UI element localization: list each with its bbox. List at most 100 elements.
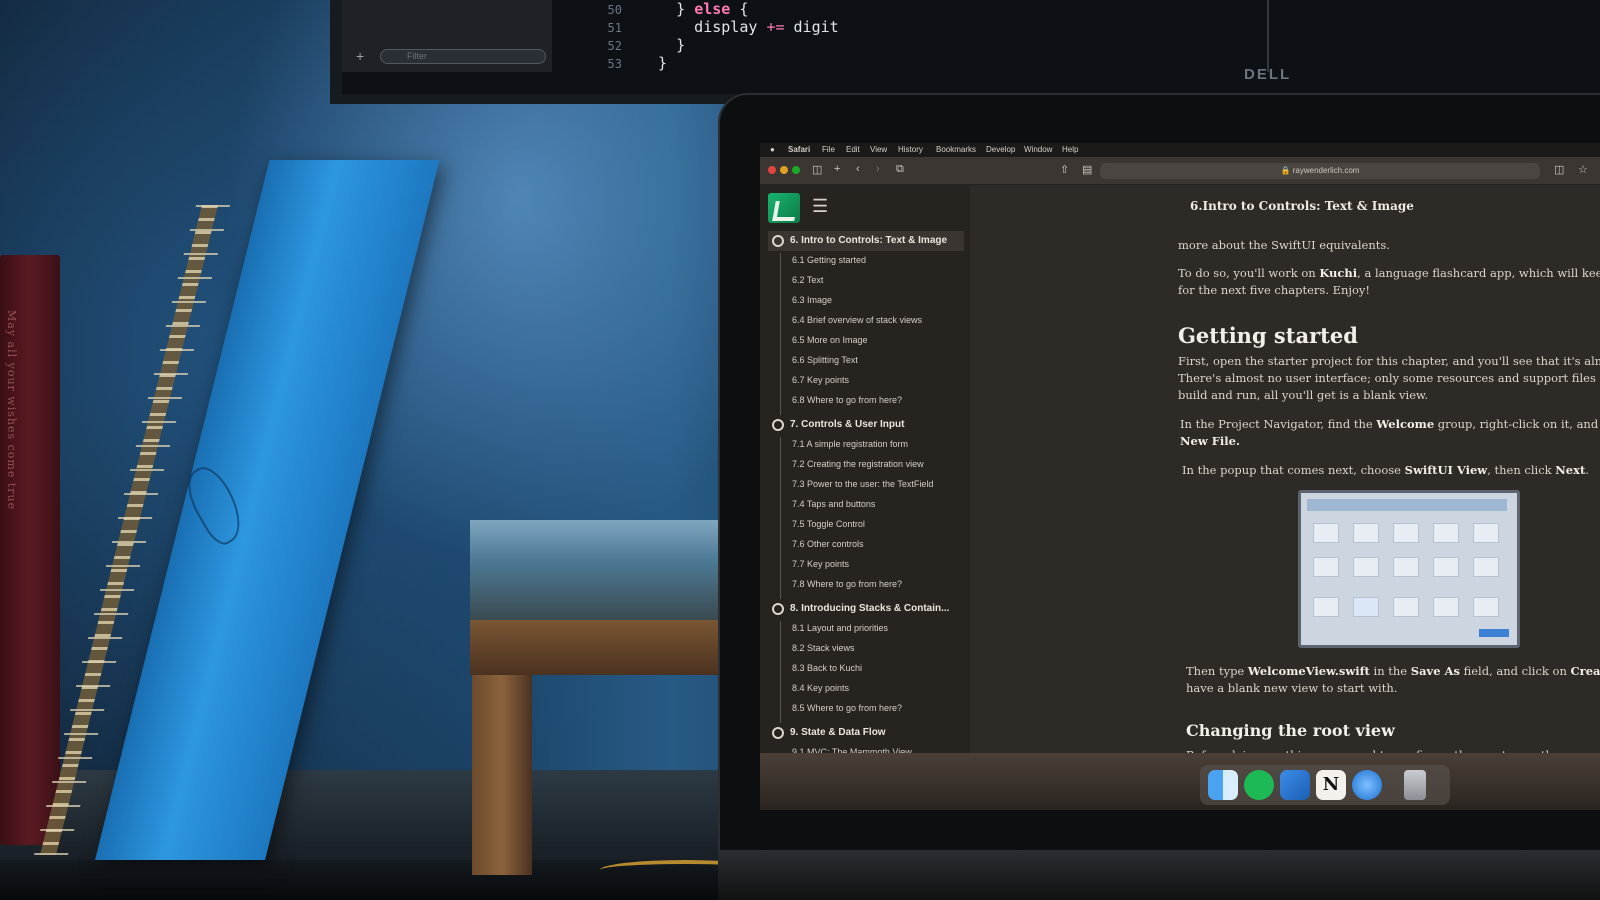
paragraph: In the Project Navigator, find the Welco… [1180,417,1600,431]
toc-section[interactable]: 6.1 Getting started [792,255,962,266]
toc-section[interactable]: 8.1 Layout and priorities [792,623,962,634]
figure-header [1307,499,1507,511]
wooden-stand-top [470,520,725,620]
template-tile [1473,597,1499,617]
paragraph: First, open the starter project for this… [1178,354,1600,368]
template-tile [1393,523,1419,543]
template-tile [1313,597,1339,617]
template-tile [1353,557,1379,577]
menu-window[interactable]: Window [1024,143,1052,157]
book-spine-text: May all your wishes come true [5,310,18,511]
url-text: raywenderlich.com [1292,166,1360,175]
figure-next-button [1479,629,1509,637]
paragraph: more about the SwiftUI equivalents. [1178,238,1390,252]
toc-section[interactable]: 6.6 Splitting Text [792,355,962,366]
toc-section[interactable]: 6.8 Where to go from here? [792,395,962,406]
code-line: 52 } [607,36,686,54]
template-tile [1393,597,1419,617]
toc-section[interactable]: 7.2 Creating the registration view [792,459,962,470]
chapter-title: 8. Introducing Stacks & Contain... [790,603,950,614]
menu-edit[interactable]: Edit [846,143,860,157]
chapter-progress-icon [772,603,784,615]
menu-bookmarks[interactable]: Bookmarks [936,143,976,157]
laptop-base [718,850,1600,900]
toc-section[interactable]: 8.5 Where to go from here? [792,703,962,714]
zoom-window-button[interactable] [792,166,800,174]
add-icon[interactable]: + [356,48,364,64]
paragraph: New File. [1180,434,1240,448]
toc-section[interactable]: 7.6 Other controls [792,539,962,550]
list-icon[interactable]: ☰ [812,197,828,215]
forward-icon[interactable]: › [876,163,880,175]
spotify-icon[interactable] [1244,770,1274,800]
minimize-window-button[interactable] [780,166,788,174]
menu-safari[interactable]: Safari [788,143,810,157]
toc-section[interactable]: 8.3 Back to Kuchi [792,663,962,674]
address-bar[interactable]: 🔒 raywenderlich.com [1100,163,1540,179]
apple-icon[interactable]: ● [770,143,775,157]
toc-section[interactable]: 7.3 Power to the user: the TextField [792,479,962,490]
share-icon[interactable]: ⇧ [1060,163,1069,176]
heading-changing-root-view: Changing the root view [1186,721,1395,740]
trash-icon[interactable] [1404,770,1426,800]
screenshot-figure [1298,490,1520,648]
xcode-icon[interactable] [1280,770,1310,800]
toc-chapter-9[interactable]: 9. State & Data Flow [768,723,964,743]
toc-section[interactable]: 7.7 Key points [792,559,962,570]
menu-view[interactable]: View [870,143,887,157]
code-editor[interactable]: 50 } else { 51 display += digit 52 } 53 … [582,0,1282,72]
toc-chapter-7[interactable]: 7. Controls & User Input [768,415,964,435]
toc-section[interactable]: 6.7 Key points [792,375,962,386]
extensions-icon[interactable]: ◫ [1554,163,1564,176]
external-monitor: + Filter 50 } else { 51 display += digit… [330,0,1600,104]
macos-menubar: ● Safari File Edit View History Bookmark… [760,143,1600,157]
template-tile [1473,523,1499,543]
template-tile [1473,557,1499,577]
template-tile [1353,523,1379,543]
code-line: 50 } else { [607,0,749,18]
toc-section[interactable]: 7.8 Where to go from here? [792,579,962,590]
star-icon[interactable]: ☆ [1578,163,1588,176]
paragraph: build and run, all you'll get is a blank… [1178,388,1429,402]
back-icon[interactable]: ‹ [856,163,860,175]
toc-section[interactable]: 7.5 Toggle Control [792,519,962,530]
editor-divider [1267,0,1269,72]
toc-section[interactable]: 7.1 A simple registration form [792,439,962,450]
code-line: 51 display += digit [607,18,839,36]
toc-section[interactable]: 6.2 Text [792,275,962,286]
toc-section[interactable]: 7.4 Taps and buttons [792,499,962,510]
toc-tree-line [780,253,781,415]
wooden-stand-face [470,620,725,675]
reader-icon[interactable]: ▤ [1082,163,1092,176]
menu-history[interactable]: History [898,143,923,157]
plus-icon[interactable]: + [834,163,840,175]
toc-tree-line [780,621,781,723]
safari-icon[interactable] [1352,770,1382,800]
toc-section[interactable]: 8.2 Stack views [792,643,962,654]
tabs-icon[interactable]: ⧉ [896,163,904,176]
chapter-progress-icon [772,235,784,247]
toc-section[interactable]: 6.3 Image [792,295,962,306]
sidebar-toggle-icon[interactable]: ◫ [812,163,822,176]
navigator-filter-input[interactable]: Filter [380,49,546,64]
raywenderlich-logo[interactable] [768,193,800,223]
toc-section[interactable]: 6.5 More on Image [792,335,962,346]
toc-section[interactable]: 8.4 Key points [792,683,962,694]
lock-icon: 🔒 [1280,166,1293,175]
dock-shelf [760,753,1600,810]
template-tile [1313,523,1339,543]
page-title: 6.Intro to Controls: Text & Image [1190,199,1414,213]
close-window-button[interactable] [768,166,776,174]
finder-icon[interactable] [1208,770,1238,800]
toc-tree-line [780,437,781,599]
menu-file[interactable]: File [822,143,835,157]
reading-pane: 6.Intro to Controls: Text & Image more a… [1178,185,1600,810]
toc-chapter-8[interactable]: 8. Introducing Stacks & Contain... [768,599,964,619]
toc-chapter-6[interactable]: 6. Intro to Controls: Text & Image [768,231,964,251]
paragraph: There's almost no user interface; only s… [1178,371,1596,385]
menu-help[interactable]: Help [1062,143,1078,157]
toc-section[interactable]: 6.4 Brief overview of stack views [792,315,962,326]
menu-develop[interactable]: Develop [986,143,1015,157]
paragraph: To do so, you'll work on Kuchi, a langua… [1178,266,1600,280]
notion-icon[interactable]: N [1316,770,1346,800]
